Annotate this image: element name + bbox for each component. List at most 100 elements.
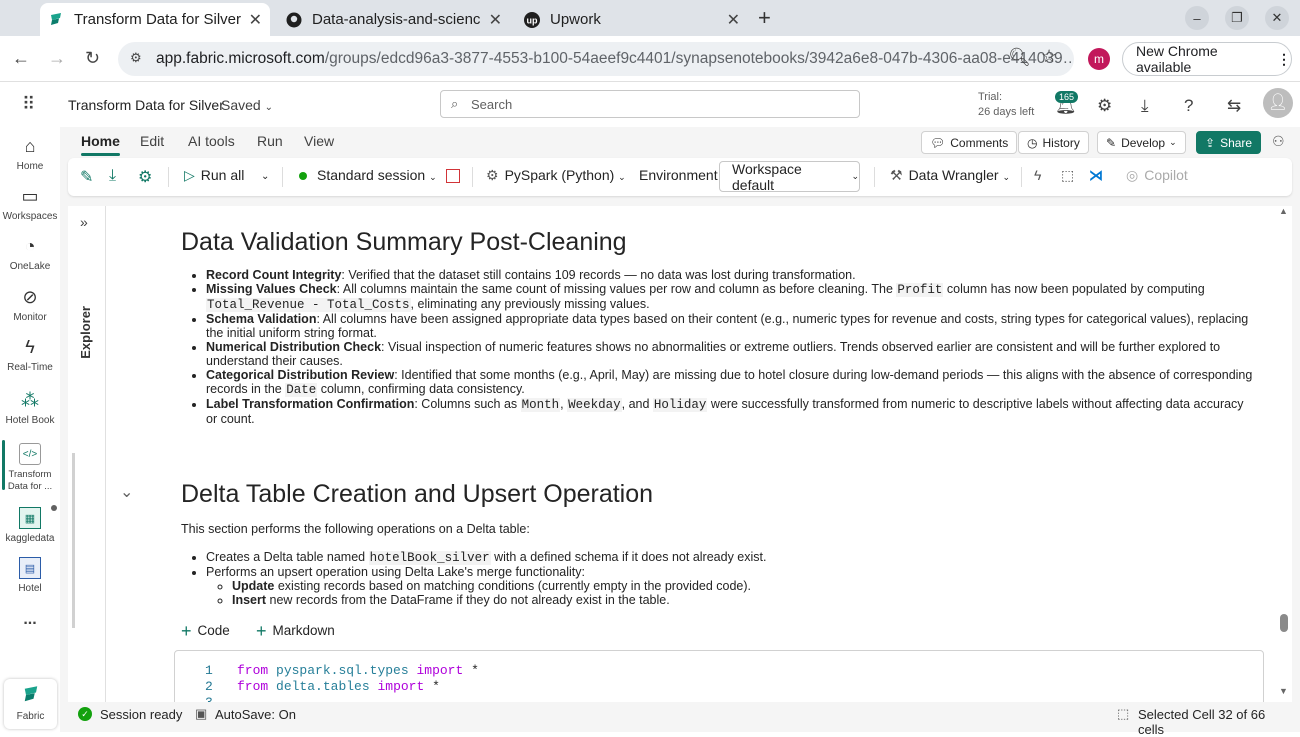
rail-item-workspaces[interactable]: ▭ Workspaces	[0, 185, 60, 222]
rail-item-transform[interactable]: </> Transform Data for ...	[0, 443, 60, 493]
gear-icon[interactable]: ⚙	[138, 167, 152, 187]
rail-item-home[interactable]: ⌂ Home	[0, 135, 60, 172]
rail-label: Transform Data for ...	[7, 469, 53, 492]
code-cell[interactable]: 1 from pyspark.sql.types import * 2 from…	[174, 650, 1264, 702]
app-launcher-icon[interactable]: ⠿	[22, 94, 36, 115]
close-icon[interactable]: ✕	[249, 10, 262, 30]
back-icon[interactable]: ←	[12, 48, 30, 69]
kebab-menu-icon[interactable]: ⋮	[1277, 51, 1291, 68]
collaborators-icon[interactable]: ⚇	[1272, 133, 1285, 150]
notebook-title[interactable]: Transform Data for Silver	[68, 97, 224, 113]
notebook-canvas: » Explorer Data Validation Summary Post-…	[68, 206, 1292, 702]
run-all-button[interactable]: ▷ Run all	[184, 167, 244, 184]
profile-avatar[interactable]: m	[1088, 48, 1110, 70]
data-wrangler-icon: ⚒	[890, 167, 903, 183]
environment-select[interactable]: Workspace default ⌄	[719, 161, 860, 193]
search-input[interactable]: ⌕ Search	[440, 90, 860, 118]
share-button[interactable]: ⇪ Share	[1196, 131, 1262, 154]
validation-list: Record Count Integrity: Verified that th…	[206, 268, 1256, 426]
saved-status[interactable]: Saved ⌄	[221, 97, 273, 113]
language-select[interactable]: ⚙ PySpark (Python) ⌄	[486, 167, 626, 184]
download-icon[interactable]: ⤓	[1141, 96, 1149, 116]
site-info-icon[interactable]: ⚙	[130, 50, 142, 66]
expand-explorer-icon[interactable]: »	[80, 214, 88, 230]
rail-item-realtime[interactable]: ϟ Real-Time	[0, 336, 60, 373]
focus-icon[interactable]: ⬚	[1061, 167, 1074, 184]
scrollbar-thumb[interactable]	[1280, 614, 1288, 632]
code-line: from pyspark.sql.types import *	[237, 663, 479, 678]
save-icon: ▣	[195, 706, 208, 721]
chevron-down-icon: ⌄	[429, 172, 437, 182]
copilot-button[interactable]: ◎ Copilot	[1126, 167, 1188, 184]
tab-view[interactable]: View	[304, 133, 334, 149]
settings-gear-icon[interactable]: ⚙	[1097, 96, 1112, 116]
stop-session-icon[interactable]	[446, 169, 460, 183]
rail-item-kaggledata[interactable]: ▦ kaggledata	[0, 507, 60, 544]
bookmark-star-icon[interactable]: ☆	[1041, 46, 1057, 67]
list-item: Numerical Distribution Check: Visual ins…	[206, 340, 1256, 368]
browser-tab-github[interactable]: Data-analysis-and-science ✕	[278, 3, 510, 36]
scrollbar[interactable]: ▲ ▼	[1276, 206, 1292, 702]
section-intro: This section performs the following oper…	[181, 522, 530, 536]
notification-badge: 165	[1055, 91, 1079, 103]
url-bar[interactable]: ⚙ app.fabric.microsoft.com/groups/edcd96…	[118, 42, 1074, 76]
keyword: import	[377, 679, 425, 694]
close-icon[interactable]: ✕	[727, 10, 740, 30]
data-wrangler-button[interactable]: ⚒ Data Wrangler ⌄	[890, 167, 1010, 184]
list-item: Creates a Delta table named hotelBook_si…	[206, 550, 1256, 565]
rail-item-onelake[interactable]: ◔ OneLake	[0, 235, 60, 272]
help-icon[interactable]: ?	[1184, 96, 1193, 116]
autosave-status[interactable]: AutoSave: On	[215, 707, 296, 722]
divider	[1021, 167, 1022, 187]
rail-item-hotel[interactable]: ▤ Hotel	[0, 557, 60, 594]
add-markdown-cell-button[interactable]: + Markdown	[256, 621, 335, 642]
rail-item-hotel-book[interactable]: ⁂ Hotel Book	[0, 389, 60, 426]
close-icon[interactable]: ✕	[489, 10, 502, 30]
window-close-icon[interactable]: ✕	[1265, 6, 1289, 30]
history-label: History	[1042, 135, 1080, 150]
restore-icon[interactable]: ❐	[1225, 6, 1249, 30]
user-avatar-icon[interactable]: 👤︎	[1263, 88, 1293, 118]
history-button[interactable]: ◷ History	[1018, 131, 1089, 154]
reload-icon[interactable]: ↻	[85, 48, 100, 69]
explorer-label[interactable]: Explorer	[78, 306, 93, 359]
comments-label: Comments	[950, 135, 1009, 150]
item-text: : All columns have been assigned appropr…	[206, 312, 1249, 340]
forward-icon[interactable]: →	[48, 48, 66, 69]
session-label: Standard session	[317, 167, 426, 183]
notebook-settings-icon[interactable]: ✎	[80, 167, 93, 187]
tab-run[interactable]: Run	[257, 133, 283, 149]
collapse-chevron-icon[interactable]: ⌄	[120, 482, 133, 502]
tab-edit[interactable]: Edit	[140, 133, 164, 149]
browser-tab-transform[interactable]: Transform Data for Silver ✕	[40, 3, 270, 36]
item-text: existing records based on matching condi…	[274, 579, 752, 593]
minimize-icon[interactable]: –	[1185, 6, 1209, 30]
item-text: : All columns maintain the same count of…	[336, 282, 897, 296]
inline-code: Month	[520, 398, 561, 412]
run-chevron-icon[interactable]: ⌄	[261, 171, 269, 182]
share-feedback-icon[interactable]: ⇆	[1227, 96, 1241, 116]
add-code-cell-button[interactable]: + Code	[181, 621, 230, 642]
scroll-up-icon[interactable]: ▲	[1279, 206, 1288, 216]
new-chrome-button[interactable]: New Chrome available ⋮	[1122, 42, 1292, 76]
unsaved-dot	[51, 505, 57, 511]
tab-ai-tools[interactable]: AI tools	[188, 133, 235, 149]
fabric-icon	[48, 12, 64, 28]
zoom-icon[interactable]: 🔍︎	[1008, 47, 1031, 68]
history-icon: ◷	[1027, 135, 1038, 150]
develop-button[interactable]: ✎ Develop ⌄	[1097, 131, 1186, 154]
session-button[interactable]: Standard session ⌄	[299, 167, 437, 183]
rail-more[interactable]: ...	[0, 611, 60, 629]
list-item: Update existing records based on matchin…	[232, 579, 1256, 593]
comments-button[interactable]: 💬︎ Comments	[921, 131, 1018, 154]
rail-item-monitor[interactable]: ⊘ Monitor	[0, 286, 60, 323]
vscode-icon[interactable]: ⋊	[1089, 167, 1103, 184]
rail-item-fabric[interactable]: Fabric	[4, 679, 57, 729]
item-text: , and	[621, 397, 653, 411]
new-tab-icon[interactable]: +	[758, 5, 771, 31]
scroll-down-icon[interactable]: ▼	[1279, 686, 1288, 696]
download-icon[interactable]: ⤓	[109, 167, 116, 185]
browser-tab-upwork[interactable]: up Upwork ✕	[516, 3, 748, 36]
accelerate-icon[interactable]: ϟ	[1034, 167, 1041, 183]
tab-home[interactable]: Home	[81, 133, 120, 156]
